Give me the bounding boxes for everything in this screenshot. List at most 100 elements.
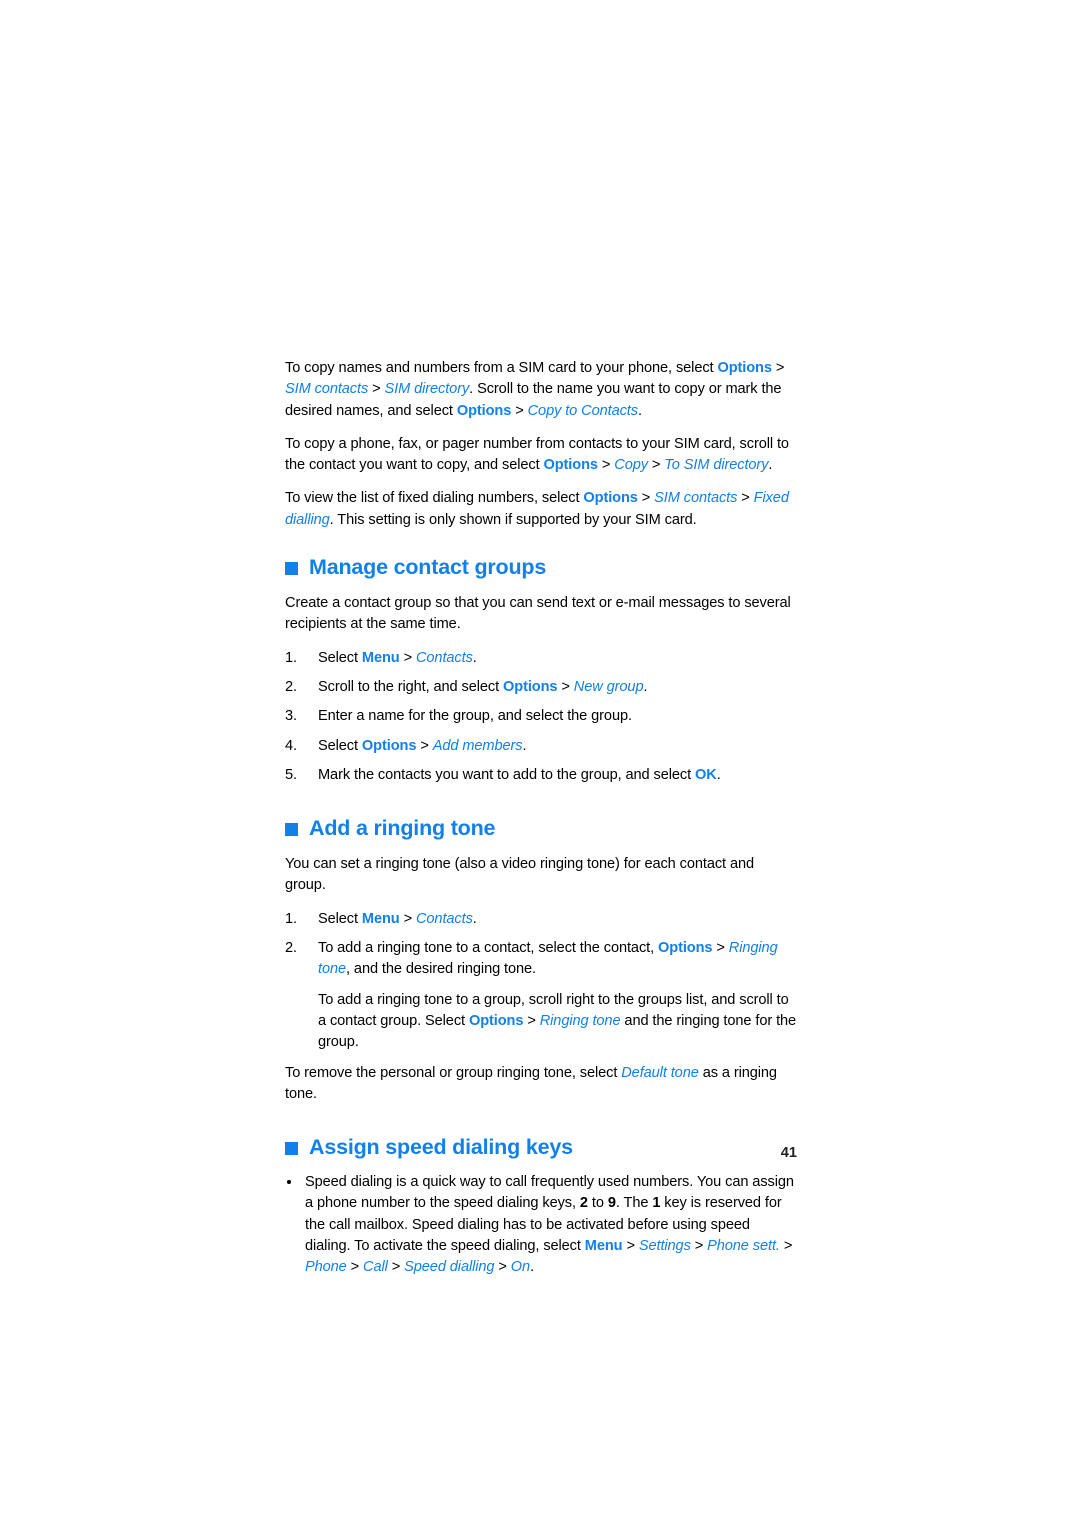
square-bullet-icon xyxy=(285,823,298,837)
ui-term-options: Options xyxy=(503,678,558,695)
text-run: Mark the contacts you want to add to the… xyxy=(318,766,696,783)
text-run: Select xyxy=(318,737,362,754)
heading-add-a-ringing-tone: Add a ringing tone xyxy=(285,816,797,841)
ui-term-settings: Settings xyxy=(638,1238,691,1255)
text-run: Enter a name for the group, and select t… xyxy=(318,708,632,725)
ui-term-sim-contacts: SIM contacts xyxy=(654,490,738,507)
text-run: . xyxy=(768,457,773,474)
list-item: 1. Select Menu > Contacts. xyxy=(285,648,797,669)
separator: > xyxy=(494,1259,511,1276)
ui-term-sim-directory: SIM directory xyxy=(384,381,470,398)
ui-term-options: Options xyxy=(361,737,417,754)
paragraph-copy-to-sim: To copy a phone, fax, or pager number fr… xyxy=(285,434,797,477)
list-item: 3. Enter a name for the group, and select… xyxy=(285,706,797,727)
separator: > xyxy=(399,910,416,927)
paragraph-contact-group-intro: Create a contact group so that you can s… xyxy=(285,595,791,633)
separator: > xyxy=(511,402,528,419)
ui-term-new-group: New group xyxy=(573,678,644,695)
text-run: To remove the personal or group ringing … xyxy=(285,1064,622,1081)
ui-term-default-tone: Default tone xyxy=(621,1064,699,1081)
square-bullet-icon xyxy=(285,562,298,576)
ui-term-phone: Phone xyxy=(305,1259,347,1276)
separator: > xyxy=(737,490,754,507)
text-run: To add a ringing tone to a contact, sele… xyxy=(318,940,659,957)
separator: > xyxy=(557,678,574,695)
paragraph-copy-sim-to-phone: To copy names and numbers from a SIM car… xyxy=(285,358,797,422)
step-number: 5. xyxy=(285,766,297,783)
sub-paragraph-group-ringing-tone: To add a ringing tone to a group, scroll… xyxy=(318,990,797,1054)
ui-term-copy-to-contacts: Copy to Contacts xyxy=(527,402,638,419)
ui-term-options: Options xyxy=(717,360,772,376)
ui-term-sim-contacts: SIM contacts xyxy=(285,381,369,398)
key-number-9: 9 xyxy=(607,1195,616,1212)
ui-term-on: On xyxy=(510,1259,531,1276)
separator: > xyxy=(779,1238,793,1255)
text-run: . xyxy=(530,1259,535,1276)
separator: > xyxy=(368,381,385,398)
ui-term-options: Options xyxy=(583,490,638,507)
separator: > xyxy=(399,649,416,666)
text-run: Select xyxy=(318,649,362,666)
heading-manage-contact-groups: Manage contact groups xyxy=(285,555,797,580)
separator: > xyxy=(637,490,655,507)
separator: > xyxy=(690,1238,708,1255)
bullets-assign-speed-dialing: Speed dialing is a quick way to call fre… xyxy=(285,1172,797,1278)
text-run: Scroll to the right, and select xyxy=(318,678,503,695)
steps-manage-contact-groups: 1. Select Menu > Contacts. 2. Scroll to th… xyxy=(285,648,797,786)
ui-term-call: Call xyxy=(363,1259,388,1276)
ui-term-to-sim-directory: To SIM directory xyxy=(664,457,769,474)
separator: > xyxy=(523,1012,540,1029)
ui-term-contacts: Contacts xyxy=(415,910,473,927)
paragraph-ringing-tone-intro: You can set a ringing tone (also a video… xyxy=(285,856,755,894)
list-item: 5. Mark the contacts you want to add to t… xyxy=(285,765,797,786)
text-run: . This setting is only shown if supporte… xyxy=(329,511,697,528)
step-number: 4. xyxy=(285,737,297,754)
page-number: 41 xyxy=(780,1145,797,1161)
separator: > xyxy=(771,360,785,376)
list-item: Speed dialing is a quick way to call fre… xyxy=(285,1172,797,1278)
step-number: 2. xyxy=(285,940,297,957)
bullet-dot-icon xyxy=(287,1180,291,1185)
separator: > xyxy=(622,1238,639,1255)
separator: > xyxy=(647,457,665,474)
ui-term-menu: Menu xyxy=(584,1238,623,1255)
text-run: . xyxy=(472,910,477,927)
ui-term-menu: Menu xyxy=(361,649,400,666)
ui-term-add-members: Add members xyxy=(432,737,523,754)
heading-label: Add a ringing tone xyxy=(309,816,496,841)
step-number: 3. xyxy=(285,708,297,725)
text-run: , and the desired ringing tone. xyxy=(346,961,537,978)
paragraph-remove-ringing-tone: To remove the personal or group ringing … xyxy=(285,1063,797,1106)
steps-add-ringing-tone: 1. Select Menu > Contacts. 2. To add a rin… xyxy=(285,909,797,1054)
ui-term-options: Options xyxy=(456,402,512,419)
separator: > xyxy=(416,737,433,754)
text-run: . The xyxy=(615,1195,653,1212)
list-item: 1. Select Menu > Contacts. xyxy=(285,909,797,930)
key-number-2: 2 xyxy=(579,1195,588,1212)
text-run: . xyxy=(522,737,527,754)
ui-term-copy: Copy xyxy=(614,457,648,474)
step-number: 1. xyxy=(285,910,297,927)
paragraph-fixed-dialing: To view the list of fixed dialing number… xyxy=(285,488,797,531)
ui-term-options: Options xyxy=(468,1012,524,1029)
text-run: to xyxy=(587,1195,608,1212)
separator: > xyxy=(597,457,615,474)
step-number: 2. xyxy=(285,678,297,695)
text-run: To copy names and numbers from a SIM car… xyxy=(285,360,718,376)
manual-page-content: To copy names and numbers from a SIM car… xyxy=(285,358,797,1279)
ui-term-speed-dialling: Speed dialling xyxy=(404,1259,495,1276)
ui-term-contacts: Contacts xyxy=(415,649,473,666)
list-item: 2. To add a ringing tone to a contact, se… xyxy=(285,938,797,1053)
ui-term-menu: Menu xyxy=(361,910,400,927)
heading-label: Manage contact groups xyxy=(309,555,547,580)
separator: > xyxy=(346,1259,364,1276)
text-run: Select xyxy=(318,910,362,927)
separator: > xyxy=(712,940,729,957)
text-run: . xyxy=(716,766,721,783)
ui-term-options: Options xyxy=(543,457,598,474)
ui-term-options: Options xyxy=(658,940,713,957)
ui-term-ok: OK xyxy=(695,766,717,783)
list-item: 4. Select Options > Add members. xyxy=(285,736,797,757)
text-run: . xyxy=(637,402,642,419)
text-run: To view the list of fixed dialing number… xyxy=(285,490,584,507)
